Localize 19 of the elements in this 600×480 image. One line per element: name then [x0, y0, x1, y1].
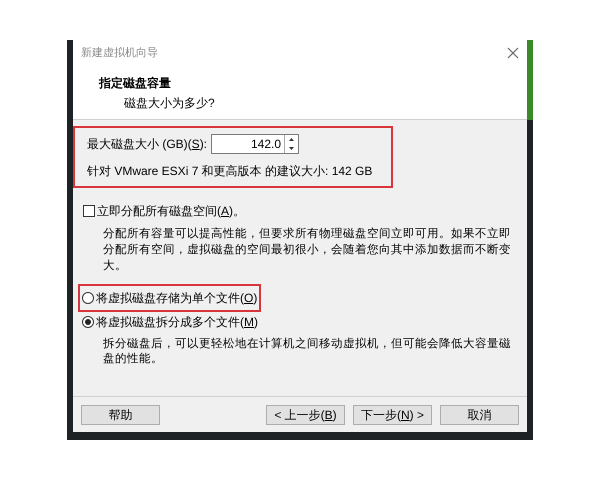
cancel-button[interactable]: 取消	[440, 404, 519, 424]
recommendation-text: 针对 VMware ESXi 7 和更高版本 的建议大小: 142 GB	[87, 163, 374, 180]
radio-button[interactable]	[82, 292, 94, 304]
radio-button[interactable]	[82, 316, 94, 328]
allocate-label[interactable]: 立即分配所有磁盘空间(A)。	[97, 202, 246, 220]
page-subtitle: 磁盘大小为多少?	[123, 95, 216, 112]
close-icon[interactable]	[507, 47, 519, 59]
split-description: 拆分磁盘后，可以更轻松地在计算机之间移动虚拟机，但可能会降低大容量磁盘的性能。	[102, 337, 512, 367]
window-title: 新建虚拟机向导	[81, 46, 158, 61]
radio-label[interactable]: 将虚拟磁盘存储为单个文件(O)	[96, 289, 258, 307]
help-button[interactable]: 帮助	[81, 404, 160, 424]
allocate-description: 分配所有容量可以提高性能，但要求所有物理磁盘空间立即可用。如果不立即分配所有空间，虚拟磁盘的空间最初很小，会随着您向其中添加数据而不断变大。	[102, 226, 512, 274]
back-button[interactable]: < 上一步(B)	[266, 404, 345, 424]
disk-size-label: 最大磁盘大小 (GB)(S):	[87, 136, 208, 153]
radio-label[interactable]: 将虚拟磁盘拆分成多个文件(M)	[96, 313, 258, 331]
page-title: 指定磁盘容量	[99, 75, 172, 92]
checkbox[interactable]	[83, 205, 95, 217]
next-button[interactable]: 下一步(N) >	[353, 404, 432, 424]
disk-size-spinner[interactable]: 142.0	[211, 134, 300, 154]
